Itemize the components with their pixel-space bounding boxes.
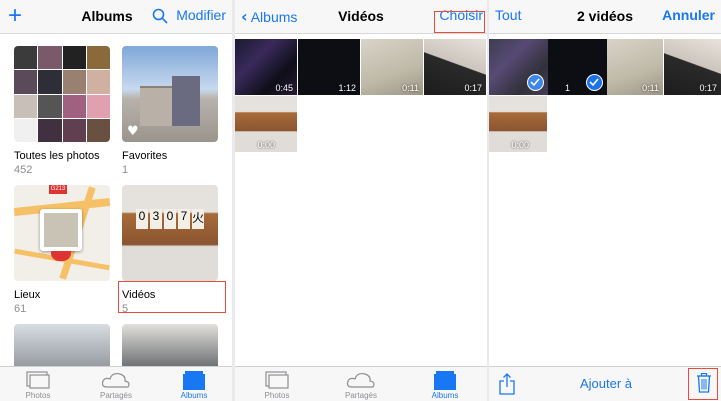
video-duration: 0:00 bbox=[257, 140, 275, 150]
select-button-highlight bbox=[434, 11, 485, 33]
albums-nav-bar: + Albums Modifier bbox=[0, 0, 232, 34]
video-thumbnail[interactable] bbox=[489, 39, 551, 95]
video-duration: 0:45 bbox=[275, 83, 293, 93]
video-thumbnail[interactable]: 1 bbox=[548, 39, 610, 95]
album-name: Lieux bbox=[14, 289, 41, 301]
tab-label: Albums bbox=[180, 391, 208, 400]
video-duration: 0:17 bbox=[699, 83, 717, 93]
tab-bar: Photos Partagés Albums bbox=[235, 366, 487, 401]
edit-button[interactable]: Modifier bbox=[176, 7, 226, 23]
tab-label: Photos bbox=[25, 391, 51, 400]
tab-label: Photos bbox=[264, 391, 290, 400]
album-all-photos[interactable]: Toutes les photos 452 bbox=[14, 46, 110, 176]
tab-label: Albums bbox=[431, 391, 459, 400]
map-label: G213 bbox=[49, 185, 67, 194]
album-name: Favorites bbox=[122, 150, 168, 162]
video-thumbnail[interactable]: 0:00 bbox=[235, 96, 297, 152]
tab-shared[interactable]: Partagés bbox=[86, 369, 146, 400]
tab-label: Partagés bbox=[344, 391, 378, 400]
album-thumbnail bbox=[14, 46, 110, 142]
album-count: 1 bbox=[122, 164, 129, 176]
add-to-button[interactable]: Ajouter à bbox=[580, 376, 632, 391]
tab-albums[interactable]: Albums bbox=[164, 369, 224, 400]
videos-album-highlight bbox=[118, 281, 226, 313]
album-thumbnail: 03 07 火 bbox=[122, 185, 218, 281]
video-duration: 0:17 bbox=[464, 83, 482, 93]
action-toolbar: Ajouter à bbox=[489, 366, 721, 401]
albums-icon bbox=[183, 371, 205, 390]
tab-shared[interactable]: Partagés bbox=[331, 369, 391, 400]
map-thumbnail: G213 bbox=[14, 185, 110, 281]
video-thumbnail[interactable]: 0:00 bbox=[489, 96, 547, 152]
album-thumbnail: ♥ bbox=[122, 46, 218, 142]
share-button[interactable] bbox=[499, 373, 515, 400]
selected-check-icon bbox=[527, 74, 544, 91]
video-duration: 0:11 bbox=[642, 83, 659, 93]
cancel-button[interactable]: Annuler bbox=[662, 7, 715, 23]
video-duration: 1 bbox=[564, 83, 570, 93]
albums-icon bbox=[434, 371, 456, 390]
tab-photos[interactable]: Photos bbox=[8, 369, 68, 400]
video-thumbnail[interactable]: 0:17 bbox=[424, 39, 486, 95]
photos-icon bbox=[26, 371, 50, 389]
search-button[interactable] bbox=[152, 8, 168, 27]
video-duration: 0:00 bbox=[511, 140, 529, 150]
heart-icon: ♥ bbox=[127, 124, 139, 139]
cloud-icon bbox=[101, 372, 130, 388]
videos-screen: ‹ Albums Vidéos Choisir 0:45 1:12 0:11 0… bbox=[235, 0, 487, 401]
share-icon bbox=[499, 373, 515, 395]
video-thumbnail[interactable]: 0:17 bbox=[664, 39, 721, 95]
selected-check-icon bbox=[586, 74, 603, 91]
delete-button-highlight bbox=[688, 368, 718, 400]
tab-bar: Photos Partagés Albums bbox=[0, 366, 232, 401]
tab-label: Partagés bbox=[99, 391, 133, 400]
video-thumbnail[interactable]: 0:45 bbox=[235, 39, 297, 95]
tab-albums[interactable]: Albums bbox=[415, 369, 475, 400]
video-thumbnail[interactable]: 0:11 bbox=[607, 39, 663, 95]
video-thumbnail[interactable]: 0:11 bbox=[361, 39, 423, 95]
cloud-icon bbox=[346, 372, 375, 388]
album-places[interactable]: G213 Lieux 61 bbox=[14, 185, 110, 315]
select-videos-screen: Tout 2 vidéos Annuler 1 0:11 0:17 0:00 A… bbox=[489, 0, 721, 401]
selection-nav-bar: Tout 2 vidéos Annuler bbox=[489, 0, 721, 34]
albums-screen: + Albums Modifier Toutes les photos 452 … bbox=[0, 0, 232, 401]
album-count: 61 bbox=[14, 303, 27, 315]
album-name: Toutes les photos bbox=[14, 150, 100, 162]
video-thumbnail[interactable]: 1:12 bbox=[298, 39, 360, 95]
photos-icon bbox=[265, 371, 289, 389]
video-duration: 1:12 bbox=[338, 83, 356, 93]
tab-photos[interactable]: Photos bbox=[247, 369, 307, 400]
search-icon bbox=[152, 8, 168, 24]
album-count: 452 bbox=[14, 164, 33, 176]
album-favorites[interactable]: ♥ Favorites 1 bbox=[122, 46, 218, 176]
video-duration: 0:11 bbox=[402, 83, 419, 93]
